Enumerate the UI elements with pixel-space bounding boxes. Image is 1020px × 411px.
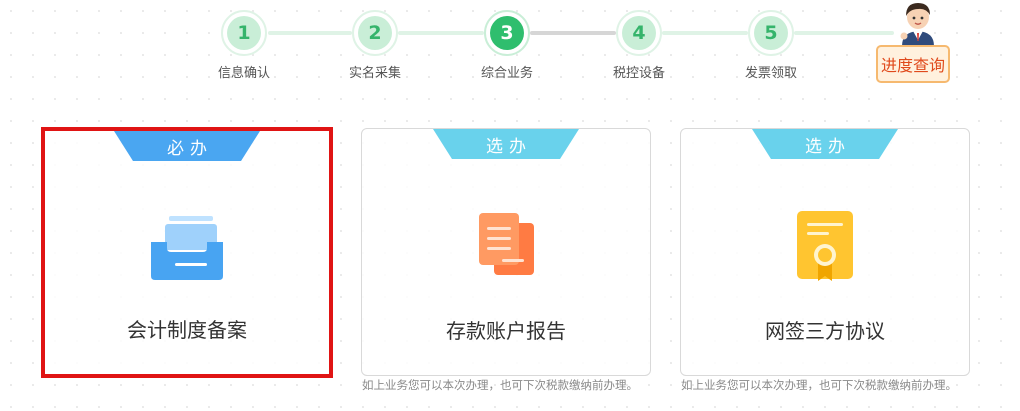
card-title: 网签三方协议: [765, 319, 885, 343]
step-number: 5: [754, 16, 788, 50]
step-number: 2: [358, 16, 392, 50]
step-progress-bar: 1 信息确认 2 实名采集 3 综合业务 4 税控设备 5 发票领取: [0, 0, 1020, 100]
step-connector: [794, 31, 894, 35]
card-accounting-filing[interactable]: 必办 会计制度备案: [41, 127, 333, 378]
assistant-avatar-icon: [900, 3, 934, 46]
card-title: 存款账户报告: [446, 319, 566, 343]
step-label: 发票领取: [744, 66, 797, 81]
step-2: 2: [352, 10, 398, 56]
step-connector: [398, 31, 484, 35]
step-label: 综合业务: [480, 66, 533, 81]
step-label: 实名采集: [348, 66, 401, 81]
step-label: 税控设备: [612, 66, 665, 81]
step-connector: [530, 31, 616, 35]
inbox-tray-icon: [151, 216, 223, 280]
step-number: 1: [227, 16, 261, 50]
optional-tag: 选办: [433, 129, 579, 159]
optional-tag: 选办: [752, 129, 898, 159]
step-number: 4: [622, 16, 656, 50]
optional-note: 如上业务您可以本次办理，也可下次税款缴纳前办理。: [362, 378, 638, 392]
step-connector: [268, 31, 352, 35]
card-deposit-account-report[interactable]: 选办 存款账户报告: [361, 128, 651, 376]
optional-note: 如上业务您可以本次办理，也可下次税款缴纳前办理。: [681, 378, 957, 392]
required-tag: 必办: [114, 131, 260, 161]
step-5: 5: [748, 10, 794, 56]
step-4: 4: [616, 10, 662, 56]
card-tripartite-agreement[interactable]: 选办 网签三方协议: [680, 128, 970, 376]
progress-query-button[interactable]: 进度查询: [876, 45, 950, 83]
card-title: 会计制度备案: [127, 318, 247, 342]
step-number: 3: [490, 16, 524, 50]
step-connector: [662, 31, 748, 35]
step-label: 信息确认: [217, 66, 270, 81]
certificate-icon: [797, 211, 853, 281]
step-3-current: 3: [484, 10, 530, 56]
documents-icon: [479, 213, 534, 275]
step-1: 1: [221, 10, 267, 56]
